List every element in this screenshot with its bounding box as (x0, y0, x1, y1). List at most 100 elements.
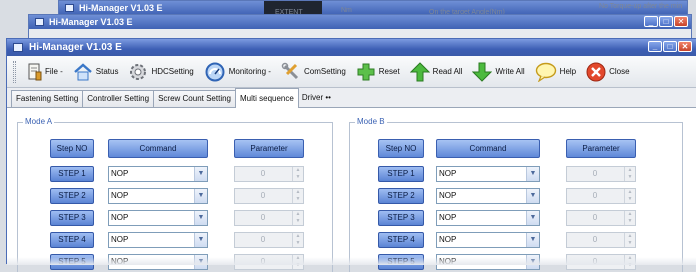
mode-a-row: STEP 3 NOP ▼ 0 ▲ ▼ (50, 210, 320, 226)
parameter-spinner: 0 ▲▼ (566, 232, 636, 248)
close-window-button[interactable]: ✕ (674, 16, 688, 27)
command-select[interactable]: NOP ▼ (436, 232, 540, 248)
step-button[interactable]: STEP 1 (50, 166, 94, 182)
write-all-button[interactable]: Write All (472, 62, 525, 82)
write-all-label: Write All (495, 67, 525, 76)
multi-sequence-panel: Mode A Step NO Command Parameter STEP 1 … (7, 108, 696, 272)
tab-controller-setting[interactable]: Controller Setting (82, 90, 155, 107)
tab-fastening-setting[interactable]: Fastening Setting (11, 90, 84, 107)
hdc-setting-button[interactable]: HDCSetting (128, 62, 194, 82)
step-button[interactable]: STEP 1 (378, 166, 424, 182)
tools-icon (281, 62, 299, 79)
command-value: NOP (439, 169, 457, 178)
mode-a-row: STEP 4 NOP ▼ 0 ▲ ▼ (50, 232, 320, 248)
chevron-down-icon: ▼ (526, 189, 539, 203)
status-label: Status (95, 67, 119, 76)
command-value: NOP (439, 213, 457, 222)
step-button[interactable]: STEP 3 (50, 210, 94, 226)
com-setting-button[interactable]: ComSetting (281, 62, 346, 82)
parameter-value: 0 (260, 235, 266, 244)
parameter-value: 0 (592, 191, 598, 200)
step-button[interactable]: STEP 4 (378, 232, 424, 248)
spinner-arrows-icon: ▲▼ (292, 189, 303, 203)
parameter-value: 0 (592, 213, 598, 222)
step-button[interactable]: STEP 2 (378, 188, 424, 204)
mode-a-group: Mode A Step NO Command Parameter STEP 1 … (17, 117, 333, 272)
monitoring-label: Monitoring - (228, 67, 271, 76)
close-button[interactable]: Close (586, 62, 630, 82)
command-select[interactable]: NOP ▼ (108, 166, 208, 182)
tab-driver[interactable]: Driver •• (298, 90, 335, 107)
monitoring-menu-button[interactable]: Monitoring - (204, 62, 271, 82)
speech-bubble-icon (535, 62, 556, 82)
command-value: NOP (111, 169, 129, 178)
chevron-down-icon: ▼ (194, 233, 207, 247)
mode-b-row: STEP 4 NOP ▼ 0 ▲ ▼ (378, 232, 668, 248)
mode-a-row: STEP 1 NOP ▼ 0 ▲ ▼ (50, 166, 320, 182)
main-window: Hi-Manager V1.03 E _ □ ✕ File - Status H… (6, 38, 696, 272)
reset-button[interactable]: Reset (356, 62, 400, 82)
file-menu-button[interactable]: File - (26, 63, 63, 81)
maximize-button[interactable]: □ (663, 41, 677, 52)
chevron-down-icon: ▼ (526, 233, 539, 247)
command-select[interactable]: NOP ▼ (436, 210, 540, 226)
toolbar-grip[interactable] (13, 60, 16, 83)
chevron-down-icon: ▼ (194, 211, 207, 225)
tab-screw-count-setting[interactable]: Screw Count Setting (153, 90, 237, 107)
toolbar: File - Status HDCSetting Monitoring - Co… (7, 56, 696, 88)
command-select[interactable]: NOP ▼ (436, 166, 540, 182)
spinner-arrows-icon: ▲▼ (292, 167, 303, 181)
parameter-value: 0 (592, 235, 598, 244)
gear-icon (130, 63, 147, 80)
status-button[interactable]: Status (73, 62, 119, 81)
reset-label: Reset (378, 67, 400, 76)
command-select[interactable]: NOP ▼ (436, 188, 540, 204)
command-value: NOP (111, 191, 129, 200)
window-title: Hi-Manager V1.03 E (29, 42, 122, 53)
command-value: NOP (439, 235, 457, 244)
mode-b-row: STEP 2 NOP ▼ 0 ▲ ▼ (378, 188, 668, 204)
mode-a-row: STEP 2 NOP ▼ 0 ▲ ▼ (50, 188, 320, 204)
gauge-icon (205, 62, 225, 81)
faded-text: No Torque-up after the min (599, 3, 683, 10)
parameter-value: 0 (592, 169, 598, 178)
maximize-button[interactable]: □ (659, 16, 673, 27)
step-button[interactable]: STEP 4 (50, 232, 94, 248)
parameter-value: 0 (260, 213, 266, 222)
parameter-header: Parameter (566, 139, 636, 158)
title-bar: Hi-Manager V1.03 E _ □ ✕ (7, 39, 696, 56)
spinner-arrows-icon: ▲▼ (292, 211, 303, 225)
close-window-button[interactable]: ✕ (678, 41, 692, 52)
command-select[interactable]: NOP ▼ (108, 232, 208, 248)
spinner-arrows-icon: ▲▼ (624, 211, 635, 225)
chevron-down-icon: ▼ (526, 167, 539, 181)
parameter-spinner: 0 ▲▼ (234, 232, 304, 248)
arrow-down-icon (472, 62, 493, 82)
parameter-spinner: 0 ▲▼ (234, 166, 304, 182)
step-button[interactable]: STEP 2 (50, 188, 94, 204)
chevron-down-icon: ▼ (194, 189, 207, 203)
mode-b-row: STEP 3 NOP ▼ 0 ▲ ▼ (378, 210, 668, 226)
file-icon (28, 63, 42, 80)
parameter-spinner: 0 ▲▼ (566, 166, 636, 182)
read-all-button[interactable]: Read All (409, 61, 462, 82)
command-select[interactable]: NOP ▼ (108, 210, 208, 226)
command-value: NOP (111, 213, 129, 222)
minimize-button[interactable]: _ (644, 16, 658, 27)
faded-text: Nm (341, 7, 352, 14)
mode-a-legend: Mode A (23, 117, 55, 126)
plus-icon (357, 63, 375, 80)
app-icon (13, 43, 23, 52)
mode-b-legend: Mode B (355, 117, 387, 126)
spinner-arrows-icon: ▲▼ (624, 167, 635, 181)
tab-multi-sequence[interactable]: Multi sequence (235, 88, 299, 108)
parameter-spinner: 0 ▲▼ (234, 210, 304, 226)
step-button[interactable]: STEP 3 (378, 210, 424, 226)
help-button[interactable]: Help (535, 62, 576, 82)
hdc-setting-label: HDCSetting (151, 67, 194, 76)
home-icon (73, 62, 92, 80)
mode-b-group: Mode B Step NO Command Parameter STEP 1 … (349, 117, 683, 272)
command-select[interactable]: NOP ▼ (108, 188, 208, 204)
file-menu-label: File - (45, 67, 63, 76)
minimize-button[interactable]: _ (648, 41, 662, 52)
